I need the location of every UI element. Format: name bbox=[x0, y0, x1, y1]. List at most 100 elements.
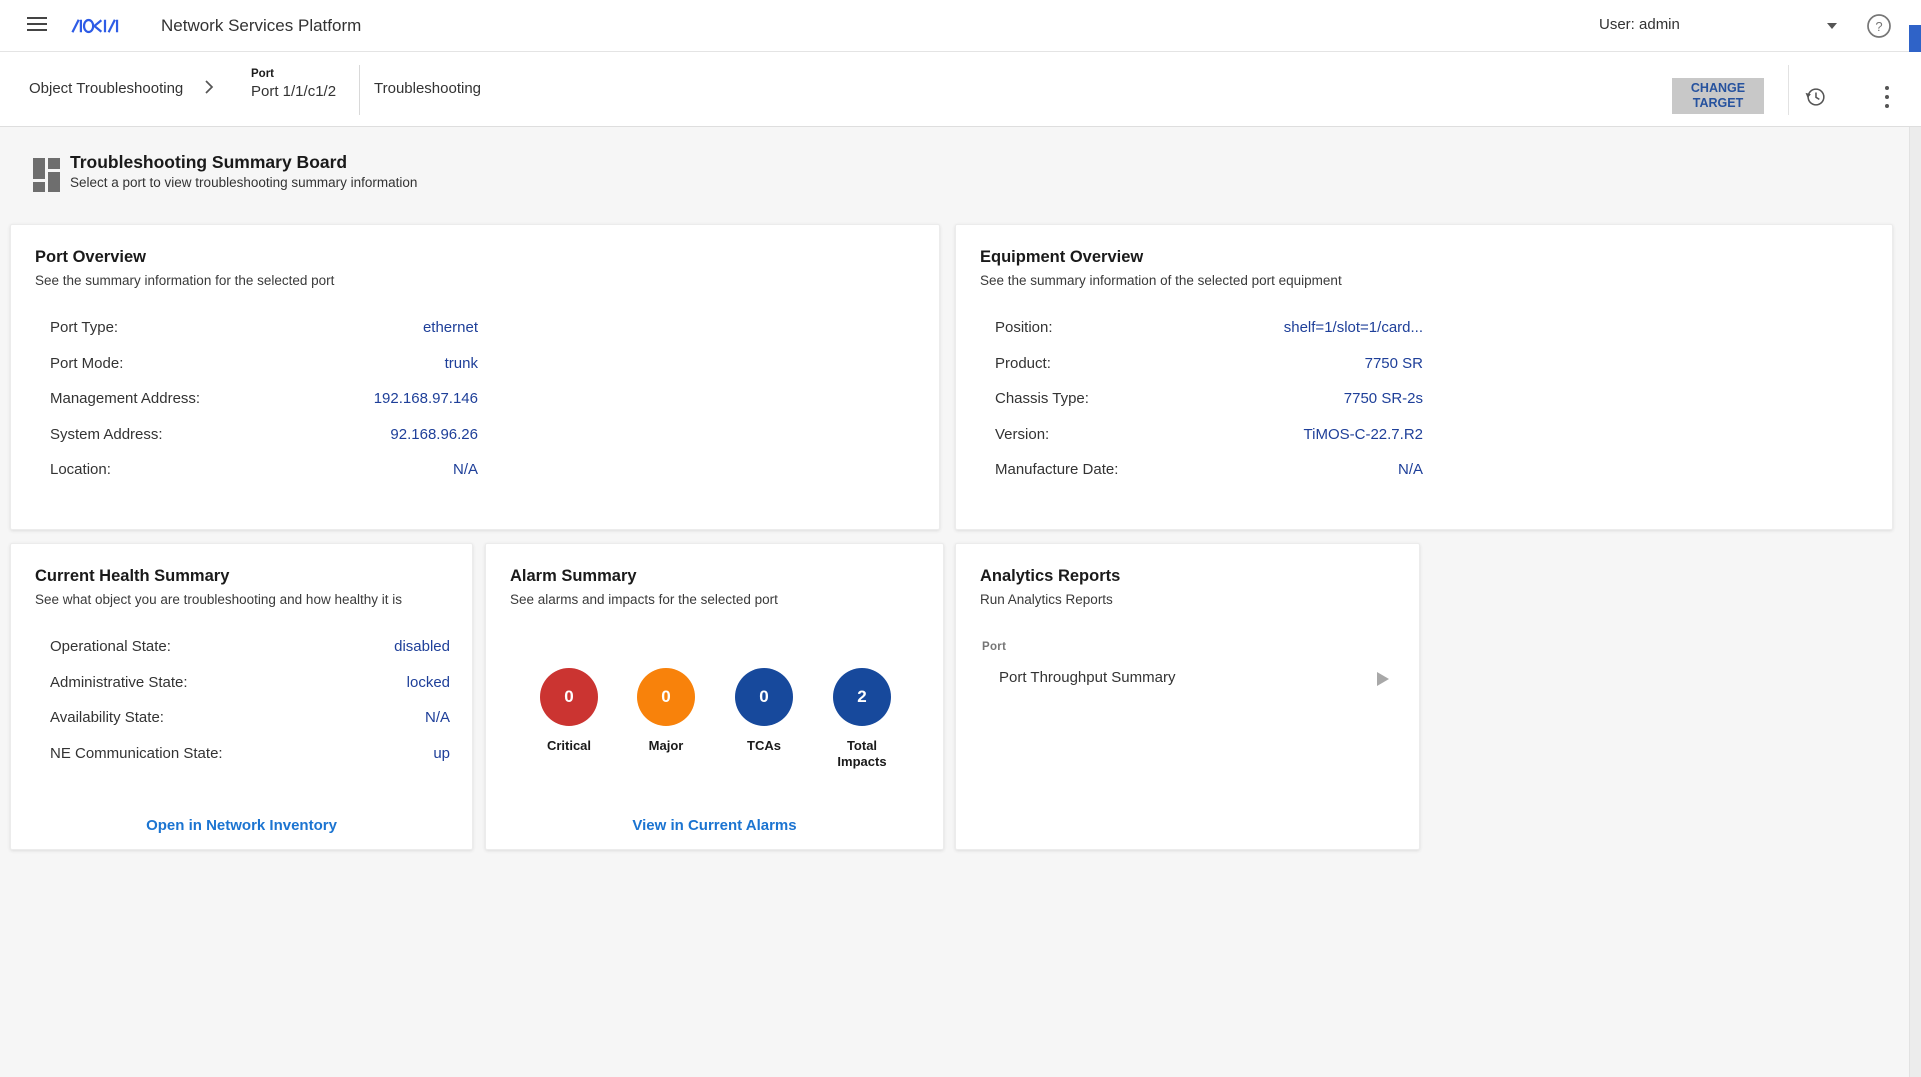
row-label: Administrative State: bbox=[50, 674, 188, 691]
table-row: Operational State: disabled bbox=[50, 629, 450, 665]
row-label: Location: bbox=[50, 461, 111, 478]
row-label: Position: bbox=[995, 319, 1053, 336]
row-value: 7750 SR bbox=[1365, 355, 1423, 372]
view-in-current-alarms-link[interactable]: View in Current Alarms bbox=[486, 817, 943, 834]
breadcrumb-section: Troubleshooting bbox=[374, 80, 481, 97]
run-report-play-icon[interactable] bbox=[1377, 672, 1389, 686]
card-subtitle: Run Analytics Reports bbox=[980, 592, 1113, 607]
row-value: 7750 SR-2s bbox=[1344, 390, 1423, 407]
card-subtitle: See the summary information for the sele… bbox=[35, 273, 334, 288]
card-title: Analytics Reports bbox=[980, 567, 1120, 586]
scrollbar-track[interactable] bbox=[1909, 127, 1921, 1077]
top-bar: Network Services Platform User: admin ? bbox=[0, 0, 1921, 52]
report-name: Port Throughput Summary bbox=[999, 669, 1175, 686]
row-label: Availability State: bbox=[50, 709, 164, 726]
card-subtitle: See the summary information of the selec… bbox=[980, 273, 1342, 288]
counter-label: TCAs bbox=[719, 738, 809, 754]
breadcrumb-target: Port Port 1/1/c1/2 bbox=[251, 67, 336, 102]
table-row: Version: TiMOS-C-22.7.R2 bbox=[995, 417, 1423, 453]
row-value: TiMOS-C-22.7.R2 bbox=[1304, 426, 1423, 443]
port-overview-card: Port Overview See the summary informatio… bbox=[10, 224, 940, 530]
table-row: Location: N/A bbox=[50, 452, 478, 488]
toolbar-divider bbox=[1788, 65, 1789, 115]
table-row: Port Mode: trunk bbox=[50, 346, 478, 382]
change-target-button[interactable]: CHANGE TARGET bbox=[1672, 78, 1764, 114]
table-row: Availability State: N/A bbox=[50, 700, 450, 736]
kebab-menu-icon[interactable] bbox=[1884, 86, 1890, 108]
counter-label: Major bbox=[621, 738, 711, 754]
breadcrumb-root[interactable]: Object Troubleshooting bbox=[29, 80, 183, 97]
table-row: Manufacture Date:N/A bbox=[995, 452, 1423, 488]
critical-count-badge[interactable]: 0 bbox=[540, 668, 598, 726]
current-health-rows: Operational State: disabled Administrativ… bbox=[50, 629, 450, 771]
table-row: Administrative State: locked bbox=[50, 665, 450, 701]
open-in-network-inventory-link[interactable]: Open in Network Inventory bbox=[11, 817, 472, 834]
row-label: Product: bbox=[995, 355, 1051, 372]
row-value: shelf=1/slot=1/card... bbox=[1284, 319, 1423, 336]
row-label: Port Mode: bbox=[50, 355, 123, 372]
row-label: System Address: bbox=[50, 426, 163, 443]
hamburger-menu-icon[interactable] bbox=[27, 17, 47, 33]
row-label: Manufacture Date: bbox=[995, 461, 1118, 478]
row-value: N/A bbox=[425, 709, 450, 726]
alarm-counter-tcas: 0 TCAs bbox=[719, 668, 809, 754]
row-value: N/A bbox=[453, 461, 478, 478]
row-value: disabled bbox=[394, 638, 450, 655]
row-value: trunk bbox=[445, 355, 478, 372]
counter-label: Critical bbox=[524, 738, 614, 754]
svg-text:?: ? bbox=[1875, 19, 1882, 34]
report-row[interactable]: Port Throughput Summary bbox=[956, 662, 1419, 696]
app-title: Network Services Platform bbox=[161, 16, 361, 36]
card-subtitle: See alarms and impacts for the selected … bbox=[510, 592, 778, 607]
table-row: Port Type: ethernet bbox=[50, 310, 478, 346]
card-title: Current Health Summary bbox=[35, 567, 229, 586]
alarm-counter-critical: 0 Critical bbox=[524, 668, 614, 754]
app-root: Network Services Platform User: admin ? … bbox=[0, 0, 1921, 1077]
table-row: Management Address: 192.168.97.146 bbox=[50, 381, 478, 417]
breadcrumb-bar: Object Troubleshooting Port Port 1/1/c1/… bbox=[0, 52, 1921, 127]
card-subtitle: See what object you are troubleshooting … bbox=[35, 592, 402, 607]
breadcrumb-divider bbox=[359, 65, 360, 115]
equipment-overview-rows: Position: shelf=1/slot=1/card... Product:… bbox=[995, 310, 1423, 488]
row-label: Operational State: bbox=[50, 638, 171, 655]
major-count-badge[interactable]: 0 bbox=[637, 668, 695, 726]
card-title: Equipment Overview bbox=[980, 248, 1143, 267]
table-row: Chassis Type: 7750 SR-2s bbox=[995, 381, 1423, 417]
page-subtitle: Select a port to view troubleshooting su… bbox=[70, 175, 417, 190]
chevron-right-icon bbox=[204, 79, 214, 95]
target-type-label: Port bbox=[251, 67, 336, 82]
row-label: Chassis Type: bbox=[995, 390, 1089, 407]
user-menu-caret-icon[interactable] bbox=[1827, 23, 1837, 29]
target-name-label: Port 1/1/c1/2 bbox=[251, 82, 336, 102]
row-value: locked bbox=[407, 674, 450, 691]
equipment-overview-card: Equipment Overview See the summary infor… bbox=[955, 224, 1893, 530]
row-label: Version: bbox=[995, 426, 1049, 443]
row-label: Port Type: bbox=[50, 319, 118, 336]
tcas-count-badge[interactable]: 0 bbox=[735, 668, 793, 726]
current-health-card: Current Health Summary See what object y… bbox=[10, 543, 473, 850]
port-overview-rows: Port Type: ethernet Port Mode: trunk Manag… bbox=[50, 310, 478, 488]
page-title: Troubleshooting Summary Board bbox=[70, 152, 347, 173]
help-icon[interactable]: ? bbox=[1866, 13, 1892, 39]
table-row: System Address: 92.168.96.26 bbox=[50, 417, 478, 453]
nokia-logo bbox=[71, 17, 125, 35]
counter-label: Total Impacts bbox=[832, 738, 892, 770]
history-icon[interactable] bbox=[1804, 85, 1827, 108]
row-value: 92.168.96.26 bbox=[390, 426, 478, 443]
user-label: User: admin bbox=[1599, 16, 1680, 33]
table-row: Product: 7750 SR bbox=[995, 346, 1423, 382]
row-value: 192.168.97.146 bbox=[374, 390, 478, 407]
alarm-summary-card: Alarm Summary See alarms and impacts for… bbox=[485, 543, 944, 850]
card-title: Port Overview bbox=[35, 248, 146, 267]
alarm-counter-total-impacts: 2 Total Impacts bbox=[817, 668, 907, 770]
table-row: NE Communication State:up bbox=[50, 736, 450, 772]
analytics-reports-card: Analytics Reports Run Analytics Reports … bbox=[955, 543, 1420, 850]
row-value: ethernet bbox=[423, 319, 478, 336]
total-impacts-count-badge[interactable]: 2 bbox=[833, 668, 891, 726]
alarm-counter-major: 0 Major bbox=[621, 668, 711, 754]
row-label: Management Address: bbox=[50, 390, 200, 407]
row-value: up bbox=[433, 745, 450, 762]
dashboard-icon bbox=[33, 158, 61, 192]
card-title: Alarm Summary bbox=[510, 567, 637, 586]
scrollbar-thumb[interactable] bbox=[1909, 25, 1921, 52]
